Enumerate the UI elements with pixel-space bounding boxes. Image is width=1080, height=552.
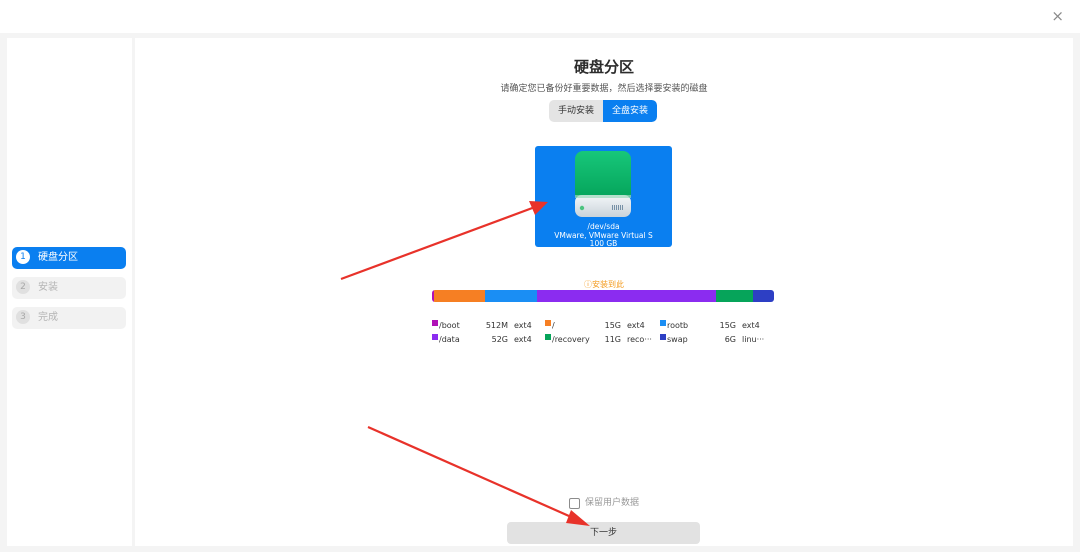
legend-item: / 15G ext4 xyxy=(545,319,659,332)
legend-item: rootb 15G ext4 xyxy=(660,319,774,332)
keep-user-data-label: 保留用户数据 xyxy=(585,498,640,508)
legend-name: swap xyxy=(667,335,688,344)
step-label: 完成 xyxy=(38,312,58,323)
legend-filesystem: ext4 xyxy=(514,321,532,330)
keep-user-data-checkbox[interactable] xyxy=(569,498,580,509)
step-number: 2 xyxy=(16,280,30,294)
tab-manual-install[interactable]: 手动安装 xyxy=(549,100,603,122)
partition-bar xyxy=(432,290,774,302)
disk-size: 100 GB xyxy=(589,239,618,248)
legend-size: 11G xyxy=(604,335,621,344)
disk-card-sda[interactable]: /dev/sda VMware, VMware Virtual S 100 GB xyxy=(535,146,672,247)
partition-bar-segment xyxy=(753,290,774,302)
legend-filesystem: ext4 xyxy=(742,321,760,330)
legend-item: /recovery 11G reco··· xyxy=(545,333,659,346)
step-item-install: 2 安装 xyxy=(12,277,126,299)
partition-legend: /boot 512M ext4 / 15G ext4 rootb 15G ext4/data 52… xyxy=(432,319,777,349)
disk-path: /dev/sda xyxy=(587,222,620,231)
legend-swatch xyxy=(660,320,666,326)
step-item-finish: 3 完成 xyxy=(12,307,126,329)
legend-size: 52G xyxy=(491,335,508,344)
legend-name: /boot xyxy=(439,321,460,330)
legend-swatch xyxy=(660,334,666,340)
step-label: 安装 xyxy=(38,282,58,293)
legend-swatch xyxy=(432,320,438,326)
legend-name: rootb xyxy=(667,321,689,330)
legend-filesystem: ext4 xyxy=(627,321,645,330)
legend-name: /recovery xyxy=(552,335,590,344)
legend-item: /boot 512M ext4 xyxy=(432,319,546,332)
title-bar: × xyxy=(0,0,1080,33)
legend-item: swap 6G linu··· xyxy=(660,333,774,346)
legend-item: /data 52G ext4 xyxy=(432,333,546,346)
legend-filesystem: reco··· xyxy=(627,335,652,344)
legend-name: /data xyxy=(439,335,460,344)
partition-bar-segment xyxy=(536,290,716,302)
step-number: 1 xyxy=(16,250,30,264)
page-title: 硬盘分区 xyxy=(573,58,634,76)
legend-size: 6G xyxy=(724,335,736,344)
legend-size: 512M xyxy=(485,321,508,330)
legend-size: 15G xyxy=(719,321,736,330)
partition-bar-segment xyxy=(485,290,537,302)
legend-swatch xyxy=(432,334,438,340)
page-subtitle: 请确定您已备份好重要数据，然后选择要安装的磁盘 xyxy=(500,84,708,94)
hard-drive-icon xyxy=(575,151,631,217)
next-button[interactable]: 下一步 xyxy=(507,522,700,544)
tab-full-disk-install[interactable]: 全盘安装 xyxy=(603,100,657,122)
legend-swatch xyxy=(545,320,551,326)
partition-bar-segment xyxy=(715,290,754,302)
sidebar: 1 硬盘分区 2 安装 3 完成 xyxy=(7,38,132,546)
close-icon[interactable]: × xyxy=(1051,7,1064,25)
legend-filesystem: linu··· xyxy=(742,335,765,344)
step-item-disk-partition: 1 硬盘分区 xyxy=(12,247,126,269)
step-number: 3 xyxy=(16,310,30,324)
legend-swatch xyxy=(545,334,551,340)
install-here-label: ⓘ安装到此 xyxy=(584,280,624,289)
legend-filesystem: ext4 xyxy=(514,335,532,344)
partition-bar-segment xyxy=(433,290,486,302)
install-mode-switch: 手动安装 全盘安装 xyxy=(549,100,657,122)
main-panel: 硬盘分区 请确定您已备份好重要数据，然后选择要安装的磁盘 手动安装 全盘安装 /… xyxy=(135,38,1073,546)
step-label: 硬盘分区 xyxy=(38,252,78,263)
legend-name: / xyxy=(552,321,555,330)
legend-size: 15G xyxy=(604,321,621,330)
